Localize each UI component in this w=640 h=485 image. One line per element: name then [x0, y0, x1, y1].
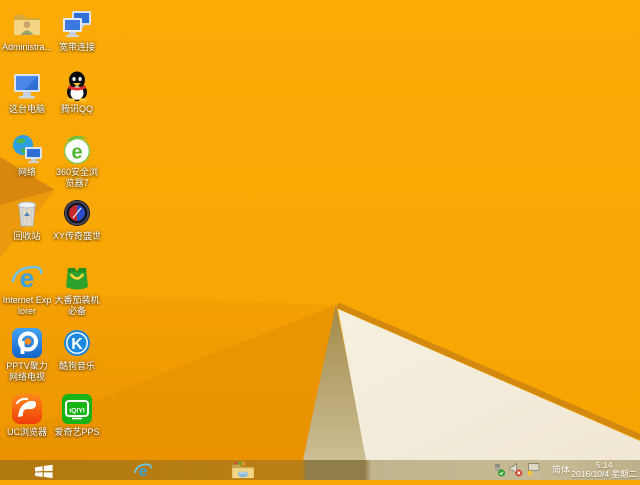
desktop-icon-administrator-folder[interactable]: Administra...	[2, 8, 52, 53]
desktop-icon-label: 这台电脑	[8, 104, 45, 114]
desktop-icon-label: 网络	[17, 167, 36, 177]
desktop-icon-this-pc[interactable]: 这台电脑	[2, 70, 52, 115]
taskbar-internet-explorer-button[interactable]: e	[122, 460, 164, 480]
network-globe-icon	[11, 133, 43, 165]
desktop-icon-label: 腾讯QQ	[60, 104, 93, 114]
desktop-icon-recycle-bin[interactable]: 回收站	[2, 197, 52, 242]
ime-indicator[interactable]: 简体	[552, 460, 570, 480]
safely-remove-hardware-icon[interactable]	[492, 460, 506, 480]
desktop-icon-label: 大番茄装机必备	[54, 295, 100, 316]
desktop-icon-xy-game[interactable]: XY传奇盛世	[52, 197, 102, 242]
desktop-icon-tomato-essentials[interactable]: 大番茄装机必备	[52, 261, 102, 316]
volume-muted-icon[interactable]	[509, 460, 523, 480]
desktop[interactable]: Administra... 宽带连接 这台电脑 腾讯QQ 网络 e 360安全浏…	[0, 0, 640, 460]
this-pc-icon	[11, 70, 43, 102]
desktop-icon-label: 回收站	[13, 231, 41, 241]
qq-penguin-icon	[61, 70, 93, 102]
desktop-icon-label: 360安全浏览器7	[55, 167, 99, 188]
uc-browser-icon	[11, 393, 43, 425]
desktop-icon-iqiyi-pps[interactable]: iQIYI 爱奇艺PPS	[52, 393, 102, 438]
internet-explorer-icon: e	[11, 261, 43, 293]
desktop-icon-label: PPTV聚力 网络电视	[6, 361, 48, 382]
svg-text:e: e	[71, 142, 82, 164]
start-button[interactable]	[26, 460, 62, 480]
taskbar-file-explorer-button[interactable]	[222, 460, 264, 480]
desktop-icon-label: Administra...	[2, 42, 53, 52]
taskbar: e 简体 5:14 2016/10/4 星期二	[0, 460, 640, 480]
desktop-icon-label: 爱奇艺PPS	[54, 427, 100, 437]
desktop-icon-uc-browser[interactable]: UC浏览器	[2, 393, 52, 438]
taskbar-clock[interactable]: 5:14 2016/10/4 星期二	[571, 461, 637, 479]
broadband-connection-icon	[61, 8, 93, 40]
tomato-bag-icon	[61, 261, 93, 293]
recycle-bin-icon	[11, 197, 43, 229]
desktop-icon-tencent-qq[interactable]: 腾讯QQ	[52, 70, 102, 115]
desktop-icon-kugou-music[interactable]: K 酷狗音乐	[52, 327, 102, 372]
ie-taskbar-icon: e	[134, 463, 152, 479]
desktop-icon-label: UC浏览器	[7, 427, 47, 437]
desktop-icon-pptv[interactable]: PPTV聚力 网络电视	[2, 327, 52, 382]
desktop-icon-broadband-connection[interactable]: 宽带连接	[52, 8, 102, 53]
desktop-icon-label: XY传奇盛世	[52, 231, 101, 241]
desktop-icon-label: 宽带连接	[58, 42, 95, 52]
360-browser-icon: e	[61, 133, 93, 165]
kugou-music-icon: K	[61, 327, 93, 359]
desktop-icon-label: Internet Explorer	[2, 295, 52, 316]
desktop-icon-internet-explorer[interactable]: e Internet Explorer	[2, 261, 52, 316]
svg-text:K: K	[71, 336, 83, 353]
pptv-icon	[11, 327, 43, 359]
iqiyi-pps-icon: iQIYI	[61, 393, 93, 425]
desktop-icon-label: 酷狗音乐	[58, 361, 95, 371]
clock-date: 2016/10/4 星期二	[571, 469, 637, 479]
desktop-icon-network[interactable]: 网络	[2, 133, 52, 178]
desktop-icon-360-browser[interactable]: e 360安全浏览器7	[52, 133, 102, 188]
administrator-folder-icon	[11, 8, 43, 40]
windows-start-icon	[35, 464, 53, 478]
network-warning-icon[interactable]	[527, 460, 541, 480]
svg-text:iQIYI: iQIYI	[69, 408, 85, 415]
xy-game-emblem-icon	[61, 197, 93, 229]
folder-explorer-icon	[232, 461, 254, 479]
